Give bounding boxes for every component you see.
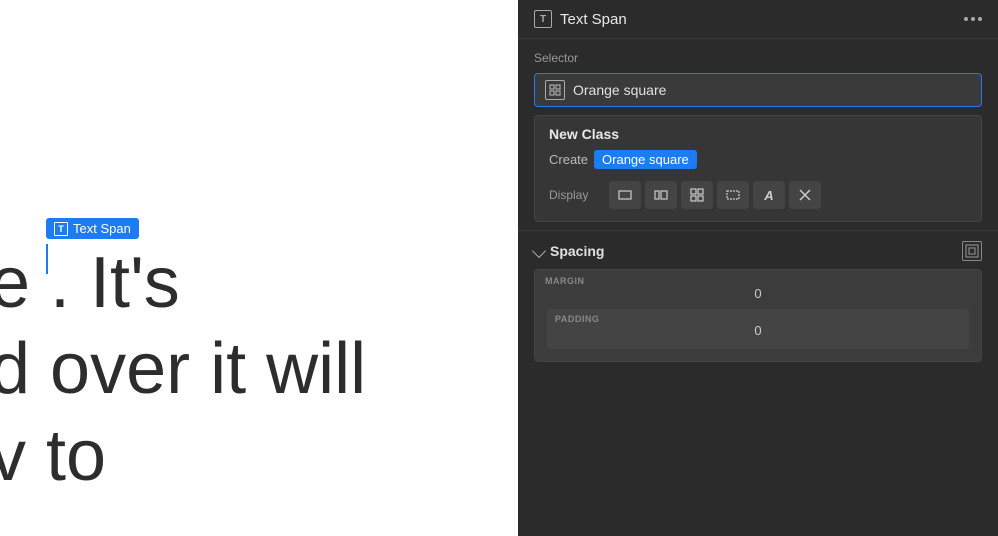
spacing-section: Spacing MARGIN 0 PADDING 0 (518, 230, 998, 362)
display-row: Display (549, 181, 967, 209)
selector-section: Selector (518, 39, 998, 115)
canvas-text-block: e . It's d over it will v to (0, 240, 366, 499)
padding-box: PADDING 0 (547, 309, 969, 349)
display-btn-grid[interactable] (681, 181, 713, 209)
selector-input-wrapper[interactable] (534, 73, 982, 107)
display-btn-flex[interactable] (645, 181, 677, 209)
selector-label: Selector (534, 51, 982, 65)
padding-label: PADDING (555, 314, 599, 324)
spacing-chevron-icon[interactable] (532, 244, 546, 258)
selector-icon (545, 80, 565, 100)
spacing-box-icon[interactable] (962, 241, 982, 261)
canvas-line-2: d over it will (0, 326, 366, 412)
new-class-dropdown: New Class Create Orange square Display (534, 115, 982, 222)
new-class-create-row: Create Orange square (549, 150, 967, 169)
display-btn-none[interactable] (789, 181, 821, 209)
panel-header-left: T Text Span (534, 10, 627, 28)
spacing-header-left: Spacing (534, 243, 604, 259)
text-span-icon: T (54, 222, 68, 236)
display-buttons: A (609, 181, 821, 209)
spacing-header: Spacing (518, 231, 998, 269)
selector-input[interactable] (573, 82, 971, 98)
display-btn-block[interactable] (609, 181, 641, 209)
new-class-badge[interactable]: Orange square (594, 150, 697, 169)
new-class-title: New Class (549, 126, 967, 142)
canvas-line-1: e . It's (0, 240, 366, 326)
display-label: Display (549, 188, 601, 202)
canvas-panel: T Text Span e . It's d over it will v to (0, 0, 518, 536)
properties-panel: T Text Span Selector New Class (518, 0, 998, 536)
element-label-text: Text Span (73, 221, 131, 236)
panel-title-icon: T (534, 10, 552, 28)
panel-more-button[interactable] (964, 17, 982, 21)
display-btn-text[interactable]: A (753, 181, 785, 209)
create-label: Create (549, 152, 588, 167)
margin-value[interactable]: 0 (543, 278, 973, 305)
element-label-badge: T Text Span (46, 218, 139, 239)
spacing-title: Spacing (550, 243, 604, 259)
margin-padding-box: MARGIN 0 PADDING 0 (534, 269, 982, 362)
margin-box: MARGIN 0 PADDING 0 (535, 270, 981, 361)
padding-value[interactable]: 0 (553, 315, 963, 342)
panel-header: T Text Span (518, 0, 998, 39)
display-btn-inline[interactable] (717, 181, 749, 209)
panel-title: Text Span (560, 11, 627, 28)
margin-label: MARGIN (545, 276, 585, 286)
canvas-line-3: v to (0, 413, 366, 499)
